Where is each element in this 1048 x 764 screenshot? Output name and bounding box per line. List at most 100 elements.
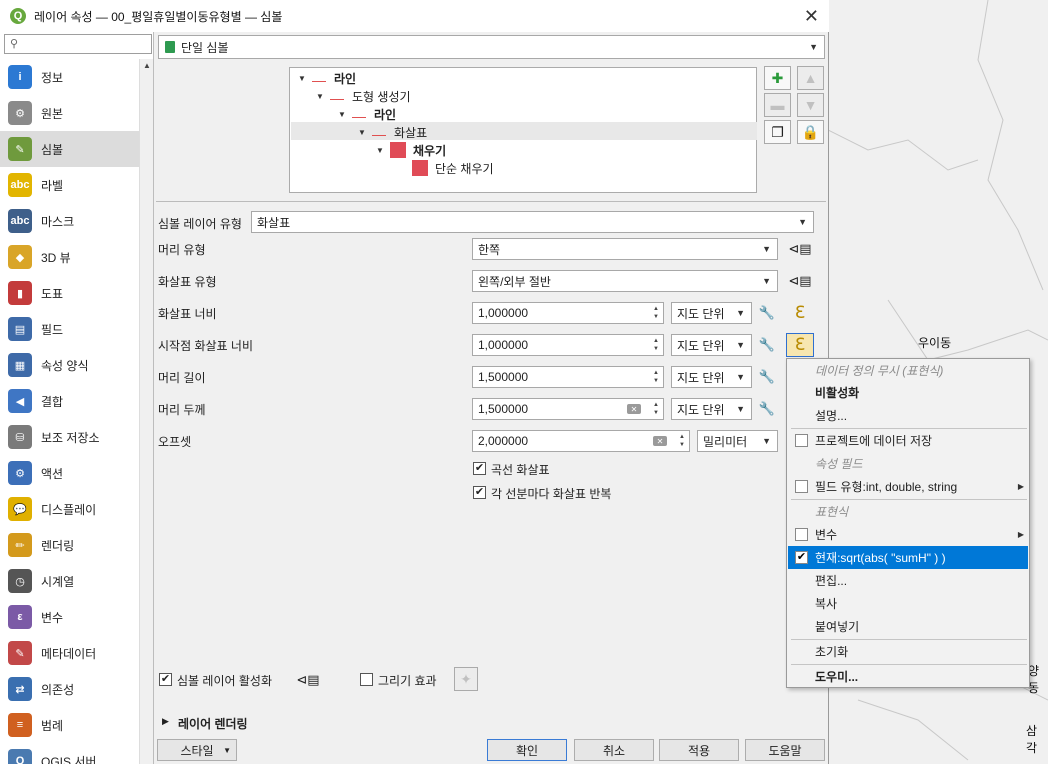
expand-arrow-icon[interactable]: ▼: [338, 110, 352, 119]
sidebar-item[interactable]: i 정보: [0, 59, 139, 95]
menu-item-store-data[interactable]: 프로젝트에 데이터 저장: [788, 429, 1028, 452]
unit-settings-wrench-icon[interactable]: 🔧: [757, 303, 777, 323]
sidebar-item[interactable]: 💬 디스플레이: [0, 491, 139, 527]
expand-arrow-icon[interactable]: ▼: [316, 92, 330, 101]
menu-item-description[interactable]: 설명...: [788, 404, 1028, 427]
sidebar-item[interactable]: ⇄ 의존성: [0, 671, 139, 707]
clear-value-icon[interactable]: ✕: [627, 404, 641, 414]
unit-settings-wrench-icon[interactable]: 🔧: [757, 335, 777, 355]
sidebar-item[interactable]: ✎ 메타데이터: [0, 635, 139, 671]
layer-type-select[interactable]: 화살표 ▼: [251, 211, 814, 233]
sidebar-item[interactable]: ▤ 필드: [0, 311, 139, 347]
arrow-width-spinbox[interactable]: 1,000000 ▲ ▼: [472, 302, 664, 324]
data-defined-override-button[interactable]: ⊲▤: [294, 668, 322, 692]
sidebar-item[interactable]: abc 라벨: [0, 167, 139, 203]
start-width-unit-select[interactable]: 지도 단위 ▼: [671, 334, 752, 356]
unit-settings-wrench-icon[interactable]: 🔧: [757, 399, 777, 419]
unit-settings-wrench-icon[interactable]: 🔧: [757, 367, 777, 387]
repeat-arrows-checkbox[interactable]: ✔: [473, 486, 486, 499]
sidebar-item[interactable]: ◷ 시계열: [0, 563, 139, 599]
menu-item-assistant[interactable]: 도우미...: [788, 665, 1028, 688]
enable-symbol-layer-checkbox[interactable]: ✔: [159, 673, 172, 686]
apply-button[interactable]: 적용: [659, 739, 739, 761]
spin-arrows-icon[interactable]: ▲ ▼: [651, 305, 661, 321]
sidebar-scrollbar[interactable]: ▲: [139, 59, 153, 764]
spin-arrows-icon[interactable]: ▲ ▼: [651, 401, 661, 417]
move-down-button[interactable]: ▼: [797, 93, 824, 117]
help-button[interactable]: 도움말: [745, 739, 825, 761]
tree-node[interactable]: 단순 채우기: [412, 159, 494, 177]
cancel-button[interactable]: 취소: [574, 739, 654, 761]
offset-unit-select[interactable]: 밀리미터 ▼: [697, 430, 778, 452]
menu-item-variable[interactable]: 변수 ▶: [788, 523, 1028, 546]
data-defined-override-button-active[interactable]: ℇ: [786, 333, 814, 357]
curved-arrows-checkbox[interactable]: ✔: [473, 462, 486, 475]
sidebar-item[interactable]: ◆ 3D 뷰: [0, 239, 139, 275]
remove-layer-button[interactable]: ▬: [764, 93, 791, 117]
menu-checkbox-checked[interactable]: ✔: [795, 551, 808, 564]
symbol-type-select[interactable]: 단일 심볼 ▼: [158, 35, 825, 59]
clear-value-icon[interactable]: ✕: [653, 436, 667, 446]
expand-arrow-icon[interactable]: ▼: [376, 146, 390, 155]
menu-item-edit[interactable]: 편집...: [788, 569, 1028, 592]
layer-rendering-section[interactable]: 레이어 렌더링: [178, 715, 248, 732]
add-layer-button[interactable]: ✚: [764, 66, 791, 90]
sidebar-item[interactable]: ◀ 결합: [0, 383, 139, 419]
sidebar-item[interactable]: ⚙ 액션: [0, 455, 139, 491]
sidebar-item[interactable]: ▮ 도표: [0, 275, 139, 311]
draw-effects-checkbox[interactable]: [360, 673, 373, 686]
head-type-select[interactable]: 한쪽 ▼: [472, 238, 778, 260]
sidebar-item[interactable]: abc 마스크: [0, 203, 139, 239]
tree-node[interactable]: ▼ 화살표: [358, 123, 427, 141]
tree-node[interactable]: ▼ 채우기: [376, 141, 446, 159]
ok-button[interactable]: 확인: [487, 739, 567, 761]
line-swatch-icon: [372, 134, 386, 136]
move-up-button[interactable]: ▲: [797, 66, 824, 90]
sidebar-item[interactable]: Q QGIS 서버: [0, 743, 139, 764]
menu-checkbox[interactable]: [795, 480, 808, 493]
head-length-spinbox[interactable]: 1,500000 ▲ ▼: [472, 366, 664, 388]
data-defined-override-button[interactable]: ⊲▤: [786, 237, 814, 261]
tree-node[interactable]: ▼ 라인: [298, 69, 356, 87]
tree-node[interactable]: ▼ 도형 생성기: [316, 87, 411, 105]
menu-checkbox[interactable]: [795, 528, 808, 541]
close-icon[interactable]: ✕: [804, 6, 819, 27]
expand-arrow-icon[interactable]: ▼: [358, 128, 372, 137]
expand-triangle-icon[interactable]: ▶: [162, 716, 169, 727]
sidebar-item[interactable]: ⛁ 보조 저장소: [0, 419, 139, 455]
spin-arrows-icon[interactable]: ▲ ▼: [677, 433, 687, 449]
head-length-unit-select[interactable]: 지도 단위 ▼: [671, 366, 752, 388]
menu-item-deactivate[interactable]: 비활성화: [788, 381, 1028, 404]
draw-effects-settings-button[interactable]: ✦: [454, 667, 478, 691]
arrow-width-unit-select[interactable]: 지도 단위 ▼: [671, 302, 752, 324]
menu-item-field-type[interactable]: 필드 유형:int, double, string ▶: [788, 475, 1028, 498]
style-button[interactable]: 스타일 ▼: [157, 739, 237, 761]
menu-item-copy[interactable]: 복사: [788, 592, 1028, 615]
sidebar-item[interactable]: ▦ 속성 양식: [0, 347, 139, 383]
spin-arrows-icon[interactable]: ▲ ▼: [651, 337, 661, 353]
sidebar-item[interactable]: ≡ 범례: [0, 707, 139, 743]
scroll-up-icon[interactable]: ▲: [143, 61, 151, 70]
head-thickness-unit-select[interactable]: 지도 단위 ▼: [671, 398, 752, 420]
expand-arrow-icon[interactable]: ▼: [298, 74, 312, 83]
offset-spinbox[interactable]: 2,000000 ✕ ▲ ▼: [472, 430, 690, 452]
menu-checkbox[interactable]: [795, 434, 808, 447]
tree-node[interactable]: ▼ 라인: [338, 105, 396, 123]
data-defined-override-button[interactable]: ℇ: [786, 301, 814, 325]
sidebar-item[interactable]: ε 변수: [0, 599, 139, 635]
symbol-layer-tree[interactable]: ▼ 라인 ▼ 도형 생성기 ▼ 라인 ▼ 화살표 ▼ 채우기 단순 채우기: [289, 67, 757, 193]
spin-arrows-icon[interactable]: ▲ ▼: [651, 369, 661, 385]
menu-item-paste[interactable]: 붙여넣기: [788, 615, 1028, 638]
head-thickness-spinbox[interactable]: 1,500000 ✕ ▲ ▼: [472, 398, 664, 420]
data-defined-override-button[interactable]: ⊲▤: [786, 269, 814, 293]
duplicate-layer-button[interactable]: ❐: [764, 120, 791, 144]
sidebar-item[interactable]: ⚙ 원본: [0, 95, 139, 131]
arrow-type-select[interactable]: 왼쪽/외부 절반 ▼: [472, 270, 778, 292]
start-width-spinbox[interactable]: 1,000000 ▲ ▼: [472, 334, 664, 356]
menu-item-current-expression[interactable]: ✔ 현재:sqrt(abs( "sumH" ) ): [788, 546, 1028, 569]
search-input[interactable]: ⚲: [4, 34, 152, 54]
sidebar-item[interactable]: ✎ 심볼: [0, 131, 139, 167]
lock-layer-button[interactable]: 🔒: [797, 120, 824, 144]
sidebar-item[interactable]: ✏ 렌더링: [0, 527, 139, 563]
menu-item-clear[interactable]: 초기화: [788, 640, 1028, 663]
